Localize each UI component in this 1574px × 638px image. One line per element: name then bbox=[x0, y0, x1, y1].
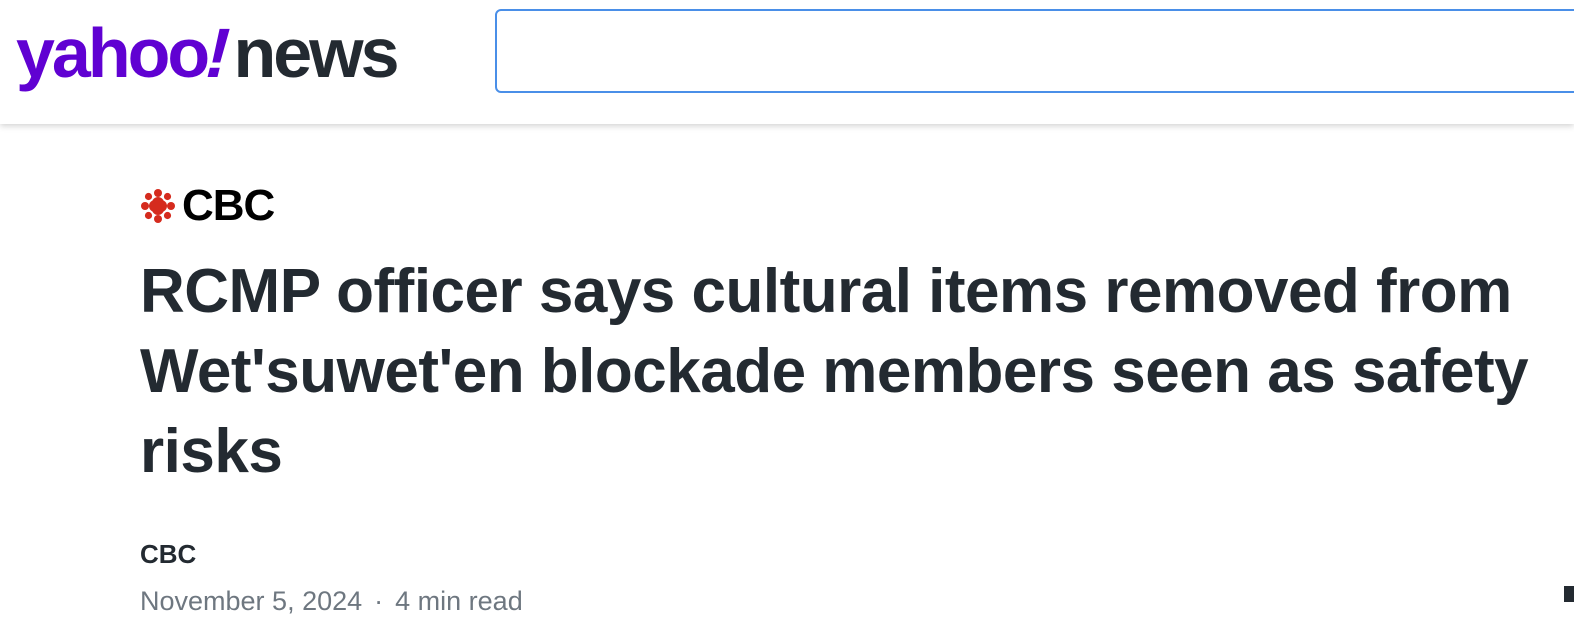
publisher-logo[interactable]: CBC bbox=[140, 181, 275, 230]
logo-news-text: news bbox=[233, 14, 399, 92]
publisher-name: CBC bbox=[182, 181, 275, 230]
site-header: yahoo! news bbox=[0, 0, 1574, 124]
byline-meta: November 5, 2024 · 4 min read bbox=[140, 584, 523, 618]
edge-fragment bbox=[1564, 586, 1574, 602]
cbc-gem-icon bbox=[141, 189, 175, 223]
yahoo-news-logo[interactable]: yahoo! news bbox=[16, 8, 400, 98]
logo-yahoo-text: yahoo bbox=[16, 14, 210, 92]
search-input[interactable] bbox=[495, 9, 1574, 93]
byline-author[interactable]: CBC bbox=[140, 538, 196, 570]
read-time: 4 min read bbox=[395, 586, 523, 616]
publish-date: November 5, 2024 bbox=[140, 586, 363, 616]
meta-separator: · bbox=[374, 586, 384, 616]
article-headline: RCMP officer says cultural items removed… bbox=[140, 257, 1529, 486]
